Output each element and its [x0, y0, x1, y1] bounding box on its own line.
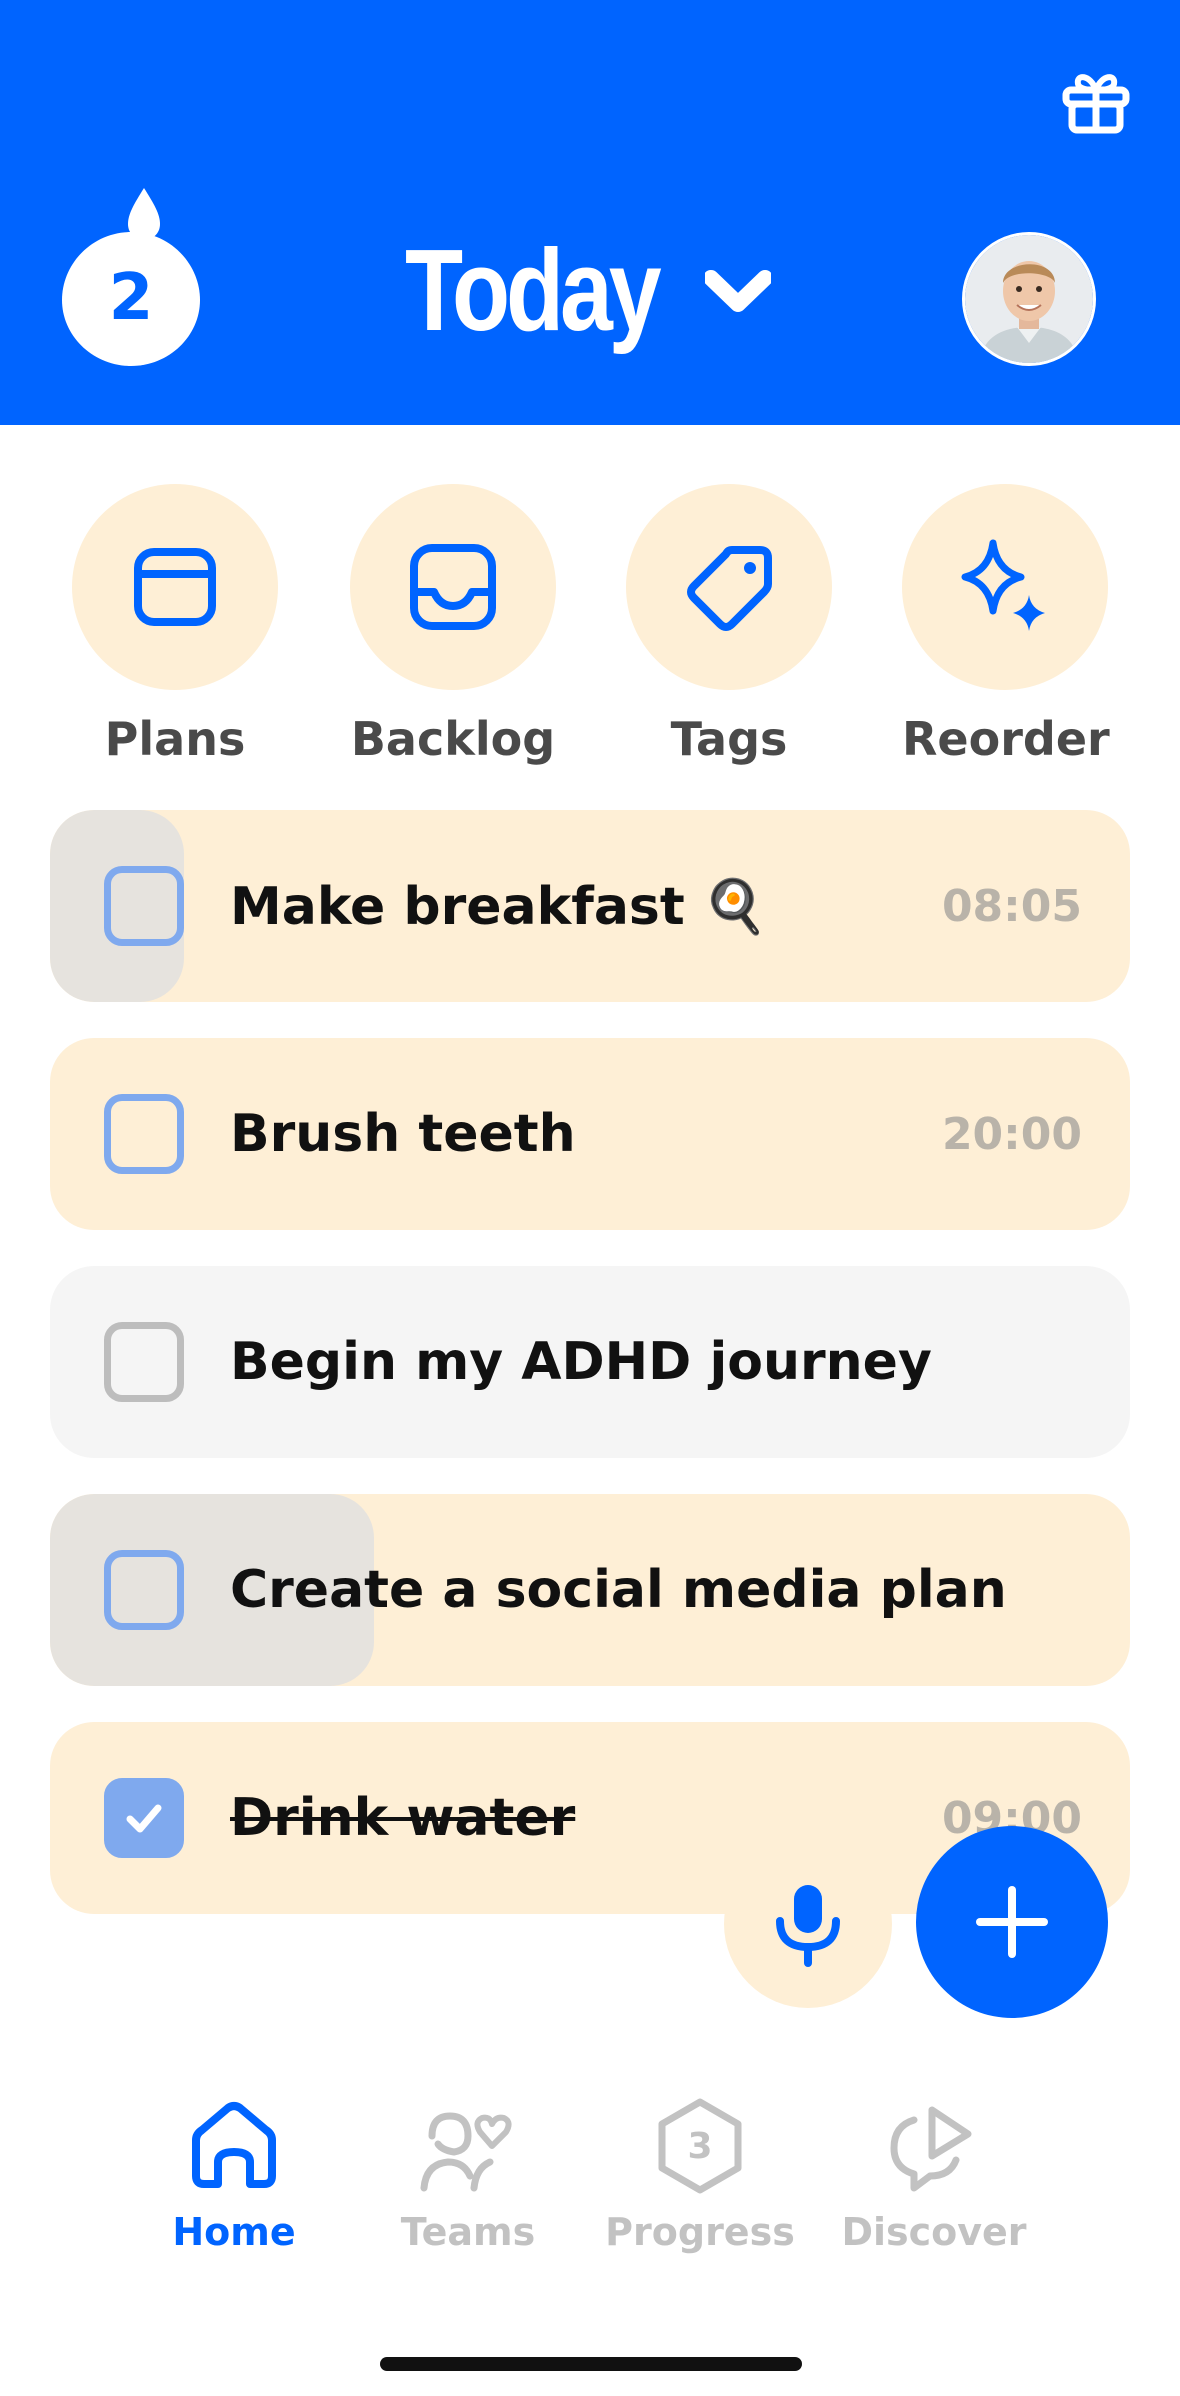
tab-label: Home — [172, 2210, 296, 2254]
tab-teams[interactable]: Teams — [368, 2096, 568, 2254]
date-selector[interactable]: Today — [405, 225, 771, 355]
quick-action-plans[interactable]: Plans — [72, 484, 278, 766]
sparkles-icon — [961, 539, 1045, 631]
task-title: Make breakfast 🍳 — [230, 876, 768, 937]
task-title: Begin my ADHD journey — [230, 1332, 932, 1392]
quick-action-label: Backlog — [350, 712, 556, 766]
quick-action-backlog[interactable]: Backlog — [350, 484, 556, 766]
quick-action-reorder[interactable]: Reorder — [902, 484, 1110, 766]
home-icon — [192, 2102, 276, 2188]
add-task-button[interactable] — [916, 1826, 1108, 2018]
progress-level-badge: 3 — [687, 2125, 713, 2167]
inbox-icon — [410, 544, 496, 630]
task-title: Drink water — [230, 1788, 576, 1848]
task-title: Create a social media plan — [230, 1560, 1007, 1620]
quick-action-label: Plans — [104, 712, 246, 766]
streak-count: 2 — [108, 261, 154, 335]
quick-action-tags[interactable]: Tags — [626, 484, 832, 766]
gift-icon[interactable] — [1060, 66, 1132, 138]
microphone-icon — [776, 1885, 840, 1967]
tab-label: Teams — [400, 2210, 536, 2254]
discover-icon — [890, 2106, 972, 2192]
chevron-down-icon — [705, 270, 771, 312]
tab-discover[interactable]: Discover — [834, 2096, 1034, 2254]
task-title: Brush teeth — [230, 1104, 576, 1164]
task-time: 08:05 — [941, 880, 1082, 932]
quick-action-label: Tags — [670, 712, 788, 766]
task-item[interactable]: Brush teeth 20:00 — [50, 1038, 1130, 1230]
home-indicator — [380, 2357, 802, 2371]
tab-home[interactable]: Home — [134, 2096, 334, 2254]
task-checkbox[interactable] — [104, 1322, 184, 1402]
task-checkbox[interactable] — [104, 1550, 184, 1630]
tag-icon — [687, 546, 772, 631]
page-title: Today — [405, 225, 662, 355]
tab-label: Progress — [605, 2210, 795, 2254]
task-checkbox[interactable] — [104, 1094, 184, 1174]
teams-icon — [420, 2112, 512, 2192]
task-time: 20:00 — [941, 1108, 1082, 1160]
tab-label: Discover — [841, 2210, 1027, 2254]
voice-input-button[interactable] — [724, 1840, 892, 2008]
plus-icon — [976, 1886, 1048, 1958]
app-header: 2 Today — [0, 0, 1180, 425]
task-item[interactable]: Make breakfast 🍳 08:05 — [50, 810, 1130, 1002]
task-item[interactable]: Begin my ADHD journey — [50, 1266, 1130, 1458]
task-checkbox[interactable] — [104, 866, 184, 946]
avatar-photo — [965, 235, 1093, 363]
quick-action-label: Reorder — [902, 712, 1110, 766]
check-icon — [126, 1804, 162, 1833]
calendar-icon — [134, 548, 216, 626]
tab-progress[interactable]: Progress 3 — [600, 2096, 800, 2254]
task-item[interactable]: Create a social media plan — [50, 1494, 1130, 1686]
avatar[interactable] — [962, 232, 1096, 366]
task-checkbox-checked[interactable] — [104, 1778, 184, 1858]
